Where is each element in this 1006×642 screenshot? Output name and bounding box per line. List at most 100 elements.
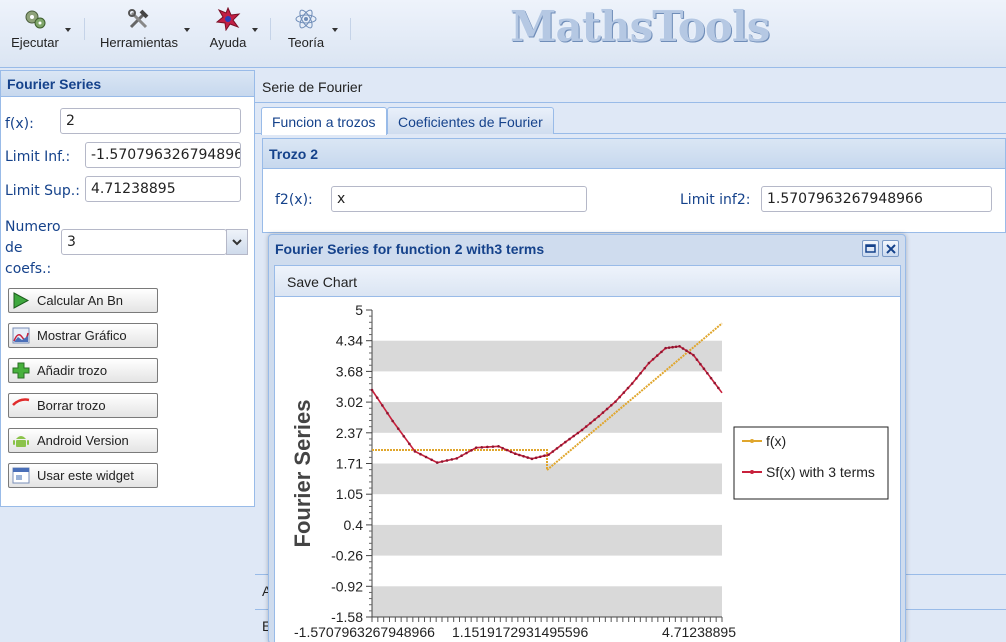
y-tick-label: -0.92 xyxy=(331,578,363,594)
series-point xyxy=(580,428,584,432)
calcular-an-bn-button[interactable]: Calcular An Bn xyxy=(8,288,158,313)
series-point xyxy=(685,349,688,353)
series-point xyxy=(505,448,509,452)
trozo-title: Trozo 2 xyxy=(263,139,1005,169)
legend-marker xyxy=(750,439,754,443)
limit-inf2-input[interactable]: 1.5707963267948966 xyxy=(761,186,992,212)
tab-funcion-a-trozos[interactable]: Funcion a trozos xyxy=(261,107,387,135)
herramientas-menu-button[interactable]: Herramientas xyxy=(97,6,190,56)
series-point xyxy=(518,453,521,457)
series-point xyxy=(474,446,478,449)
window-title[interactable]: Fourier Series for function 2 with3 term… xyxy=(269,235,905,263)
series-point xyxy=(509,450,513,454)
toolbar-divider xyxy=(270,18,271,40)
series-point xyxy=(605,407,609,411)
limit-inf2-label: Limit inf2: xyxy=(680,192,751,208)
series-point xyxy=(551,450,555,453)
series-point xyxy=(455,457,459,460)
coefs-dropdown-trigger[interactable] xyxy=(226,229,248,255)
usar-widget-button[interactable]: Usar este widget xyxy=(8,463,158,488)
teoria-menu-button[interactable]: Teoría xyxy=(283,6,338,56)
series-point xyxy=(630,382,634,385)
series-point xyxy=(709,376,713,380)
serie-de-fourier-header: Serie de Fourier xyxy=(255,70,1006,103)
series-point xyxy=(618,395,621,399)
android-version-button[interactable]: Android Version xyxy=(8,428,158,453)
toolbar-divider xyxy=(84,18,85,40)
close-icon[interactable] xyxy=(882,240,899,257)
series-point xyxy=(543,454,546,458)
y-tick-label: -1.58 xyxy=(331,609,363,625)
y-axis-title: Fourier Series xyxy=(290,400,315,548)
panel-title: Fourier Series xyxy=(1,71,254,97)
chevron-down-icon xyxy=(332,28,338,32)
series-point xyxy=(408,442,411,446)
grid-band xyxy=(372,524,722,556)
series-point xyxy=(419,452,422,456)
series-point xyxy=(647,361,651,365)
series-point xyxy=(386,411,389,415)
series-point xyxy=(576,431,580,435)
ejecutar-menu-button[interactable]: Ejecutar xyxy=(8,6,71,56)
series-point xyxy=(584,425,588,428)
mostrar-grafico-button[interactable]: Mostrar Gráfico xyxy=(8,323,158,348)
series-point xyxy=(413,450,417,453)
series-point xyxy=(674,345,678,349)
f2-input[interactable]: x xyxy=(331,186,587,212)
chart-toolbar: Save Chart xyxy=(274,265,901,297)
save-chart-button[interactable]: Save Chart xyxy=(287,274,357,290)
series-point xyxy=(568,437,571,441)
fourier-chart-window[interactable]: Fourier Series for function 2 with3 term… xyxy=(268,234,906,642)
series-point xyxy=(450,458,454,461)
series-point xyxy=(609,403,613,407)
y-tick-label: 0.4 xyxy=(344,517,364,533)
series-point xyxy=(555,447,559,450)
limit-inf-input[interactable]: -1.5707963267948966 xyxy=(85,142,241,168)
tab-coeficientes-de-fourier[interactable]: Coeficientes de Fourier xyxy=(387,107,554,134)
chart-area: 5 4.34 3.68 3.02 2.37 1.71 1.05 0.4 -0.26 -0.92 -1… xyxy=(274,297,901,642)
tab-bar: Funcion a trozos Coeficientes de Fourier xyxy=(255,104,1006,135)
series-point xyxy=(692,353,695,357)
ejecutar-label: Ejecutar xyxy=(11,35,59,50)
series-point xyxy=(593,418,596,421)
series-point xyxy=(706,371,709,375)
y-tick-label: 4.34 xyxy=(336,333,363,349)
maximize-icon[interactable] xyxy=(862,240,879,257)
series-point xyxy=(526,456,530,459)
series-point xyxy=(702,367,706,371)
grid-band xyxy=(372,586,722,617)
atom-icon xyxy=(283,6,329,32)
series-point xyxy=(655,354,659,357)
series-point xyxy=(671,345,674,349)
x-tick-label: -1.5707963267948966 xyxy=(294,624,435,640)
series-point xyxy=(688,351,692,355)
ayuda-menu-button[interactable]: Ayuda xyxy=(207,6,258,56)
series-point xyxy=(660,350,663,354)
series-point xyxy=(664,346,667,350)
help-icon xyxy=(207,6,249,32)
series-point xyxy=(486,445,489,449)
fourier-series-chart: 5 4.34 3.68 3.02 2.37 1.71 1.05 0.4 -0.26 -0.92 -1… xyxy=(290,302,889,640)
series-point xyxy=(572,434,575,438)
limit-sup-input[interactable]: 4.71238895 xyxy=(85,176,241,202)
legend-marker xyxy=(750,470,754,474)
series-point xyxy=(435,461,439,464)
series-point xyxy=(381,404,384,407)
series-point xyxy=(513,452,517,456)
x-tick-label: 4.71238895 xyxy=(662,624,736,640)
anadir-trozo-button[interactable]: Añadir trozo xyxy=(8,358,158,383)
coefs-select[interactable]: 3 xyxy=(61,229,227,255)
borrar-trozo-button[interactable]: Borrar trozo xyxy=(8,393,158,418)
y-tick-label: 3.68 xyxy=(336,363,363,379)
chevron-down-icon xyxy=(252,28,258,32)
series-point xyxy=(470,449,473,452)
fourier-series-panel: Fourier Series f(x): 2 Limit Inf.: -1.57… xyxy=(0,70,255,507)
y-tick-label: 3.02 xyxy=(336,394,363,410)
fx-input[interactable]: 2 xyxy=(60,108,241,134)
series-point xyxy=(564,440,567,444)
coefs-label: Numero de coefs.: xyxy=(5,219,61,277)
series-point xyxy=(547,453,550,456)
series-point xyxy=(681,347,685,350)
eraser-icon xyxy=(12,398,30,406)
play-icon xyxy=(13,292,30,309)
